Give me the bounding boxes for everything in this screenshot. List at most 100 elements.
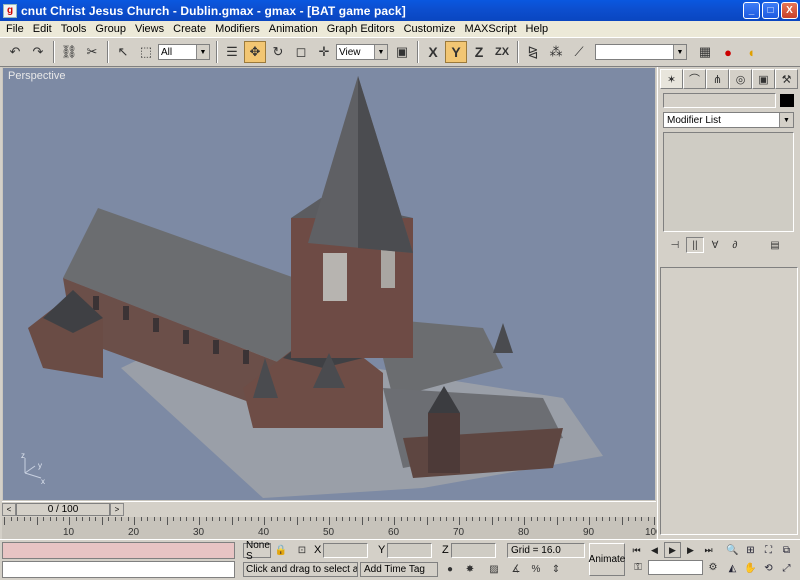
- time-slider-prev-button[interactable]: <: [2, 503, 16, 516]
- animate-button[interactable]: Animate: [589, 543, 625, 576]
- track-tick: [225, 517, 226, 521]
- utilities-tab-icon[interactable]: ⚒: [775, 69, 798, 89]
- next-frame-icon[interactable]: ▶: [682, 542, 699, 558]
- hierarchy-tab-icon[interactable]: ⋔: [706, 69, 729, 89]
- previous-frame-icon[interactable]: ◀: [646, 542, 663, 558]
- zoom-icon[interactable]: 🔍: [724, 542, 741, 559]
- viewport-label[interactable]: Perspective: [8, 70, 65, 82]
- menu-graph-editors[interactable]: Graph Editors: [323, 23, 400, 35]
- time-slider[interactable]: < 0 / 100 >: [2, 501, 656, 517]
- modify-tab-icon[interactable]: ⌒: [683, 69, 706, 89]
- show-end-result-icon[interactable]: ||: [686, 237, 704, 253]
- zoom-all-icon[interactable]: ⊞: [742, 542, 759, 559]
- select-by-name-icon[interactable]: ☰: [221, 41, 243, 63]
- grid-size-readout: Grid = 16.0: [507, 543, 585, 558]
- x-coord-field[interactable]: [323, 543, 368, 558]
- angle-snap-icon[interactable]: ∡: [508, 562, 524, 577]
- track-bar[interactable]: 10 20 30 40 50 60 70 80 90 100: [2, 517, 662, 539]
- region-select-icon[interactable]: ⬚: [135, 41, 157, 63]
- select-object-icon[interactable]: ↖: [112, 41, 134, 63]
- maximize-viewport-icon[interactable]: ⤢: [778, 560, 795, 577]
- field-of-view-icon[interactable]: ◭: [724, 560, 741, 577]
- selection-filter-dropdown[interactable]: All ▼: [158, 44, 210, 60]
- track-tick: [10, 517, 12, 521]
- perspective-viewport[interactable]: z y x Perspective: [2, 67, 656, 501]
- arc-rotate-icon[interactable]: ⟲: [760, 560, 777, 577]
- zoom-extents-icon[interactable]: ⛶: [760, 542, 777, 559]
- current-frame-field[interactable]: [648, 560, 703, 575]
- y-coord-field[interactable]: [387, 543, 432, 558]
- add-time-tag-button[interactable]: Add Time Tag: [360, 562, 438, 577]
- remove-modifier-icon[interactable]: ∂: [726, 237, 744, 253]
- restrict-z-button[interactable]: Z: [468, 41, 490, 63]
- align-icon[interactable]: ⟋: [568, 41, 590, 63]
- select-and-scale-icon[interactable]: ◻: [290, 41, 312, 63]
- restrict-plane-button[interactable]: ZX: [491, 41, 513, 63]
- shading-icon[interactable]: ●: [442, 562, 458, 577]
- percent-snap-icon[interactable]: %: [528, 562, 544, 577]
- menu-tools[interactable]: Tools: [57, 23, 92, 35]
- menu-animation[interactable]: Animation: [265, 23, 323, 35]
- modifier-stack[interactable]: [663, 132, 794, 232]
- quick-render-icon[interactable]: ◖: [740, 41, 762, 63]
- select-and-link-icon[interactable]: ⛓: [58, 41, 80, 63]
- gmax-app-icon[interactable]: g: [3, 3, 17, 18]
- close-button[interactable]: X: [781, 2, 798, 19]
- display-tab-icon[interactable]: ▣: [752, 69, 775, 89]
- object-color-swatch[interactable]: [780, 94, 794, 107]
- select-and-move-icon[interactable]: ✥: [244, 41, 266, 63]
- lock-selection-icon[interactable]: 🔒: [273, 543, 289, 558]
- time-config-icon[interactable]: ⚙: [705, 560, 721, 575]
- menu-customize[interactable]: Customize: [400, 23, 461, 35]
- zoom-extents-all-icon[interactable]: ⧉: [778, 542, 795, 559]
- box-icon[interactable]: ▨: [486, 562, 502, 577]
- menu-maxscript[interactable]: MAXScript: [461, 23, 522, 35]
- time-slider-thumb[interactable]: 0 / 100: [16, 503, 110, 516]
- menu-file[interactable]: File: [2, 23, 29, 35]
- make-unique-icon[interactable]: ∀: [706, 237, 724, 253]
- toolbar-divider: [517, 41, 519, 63]
- pan-icon[interactable]: ✋: [742, 560, 759, 577]
- undo-icon[interactable]: ↶: [4, 41, 26, 63]
- array-icon[interactable]: ⁂: [545, 41, 567, 63]
- snap-icon[interactable]: ✸: [462, 562, 478, 577]
- motion-tab-icon[interactable]: ◎: [729, 69, 752, 89]
- z-coord-field[interactable]: [451, 543, 496, 558]
- menu-group[interactable]: Group: [91, 23, 131, 35]
- pivot-icon[interactable]: ✛: [313, 41, 335, 63]
- key-mode-icon[interactable]: ⚿: [630, 560, 646, 575]
- menu-create[interactable]: Create: [169, 23, 211, 35]
- play-icon[interactable]: ▶: [664, 542, 681, 558]
- menu-help[interactable]: Help: [522, 23, 554, 35]
- render-icon[interactable]: ●: [717, 41, 739, 63]
- unlink-icon[interactable]: ✂: [81, 41, 103, 63]
- menu-edit[interactable]: Edit: [29, 23, 57, 35]
- spinner-snap-icon[interactable]: ⇕: [548, 562, 564, 577]
- absolute-mode-icon[interactable]: ⊡: [294, 543, 310, 558]
- time-slider-next-button[interactable]: >: [110, 503, 124, 516]
- material-editor-icon[interactable]: ▦: [694, 41, 716, 63]
- restrict-x-button[interactable]: X: [422, 41, 444, 63]
- maxscript-listener-mini[interactable]: [2, 542, 235, 559]
- selection-status: None S: [243, 540, 271, 562]
- mirror-icon[interactable]: ⧎: [522, 41, 544, 63]
- pivot-center-icon[interactable]: ▣: [391, 41, 413, 63]
- maximize-button[interactable]: □: [762, 2, 779, 19]
- menu-modifiers[interactable]: Modifiers: [211, 23, 265, 35]
- menu-views[interactable]: Views: [131, 23, 169, 35]
- restrict-y-button[interactable]: Y: [445, 41, 467, 63]
- go-to-start-icon[interactable]: ⏮: [628, 542, 645, 558]
- named-selection-dropdown[interactable]: ▼: [595, 44, 687, 60]
- redo-icon[interactable]: ↷: [27, 41, 49, 63]
- reference-coordinate-dropdown[interactable]: View ▼: [336, 44, 388, 60]
- modifier-list-dropdown[interactable]: Modifier List ▼: [663, 112, 794, 128]
- track-tick: [342, 517, 343, 521]
- configure-modifier-sets-icon[interactable]: ▤: [766, 237, 784, 253]
- go-to-end-icon[interactable]: ⏭: [700, 542, 717, 558]
- maxscript-output-mini[interactable]: [2, 561, 235, 578]
- minimize-button[interactable]: _: [743, 2, 760, 19]
- object-name-field[interactable]: [663, 93, 776, 108]
- pin-stack-icon[interactable]: ⊣: [666, 237, 684, 253]
- create-tab-icon[interactable]: ✶: [660, 69, 683, 89]
- select-and-rotate-icon[interactable]: ↻: [267, 41, 289, 63]
